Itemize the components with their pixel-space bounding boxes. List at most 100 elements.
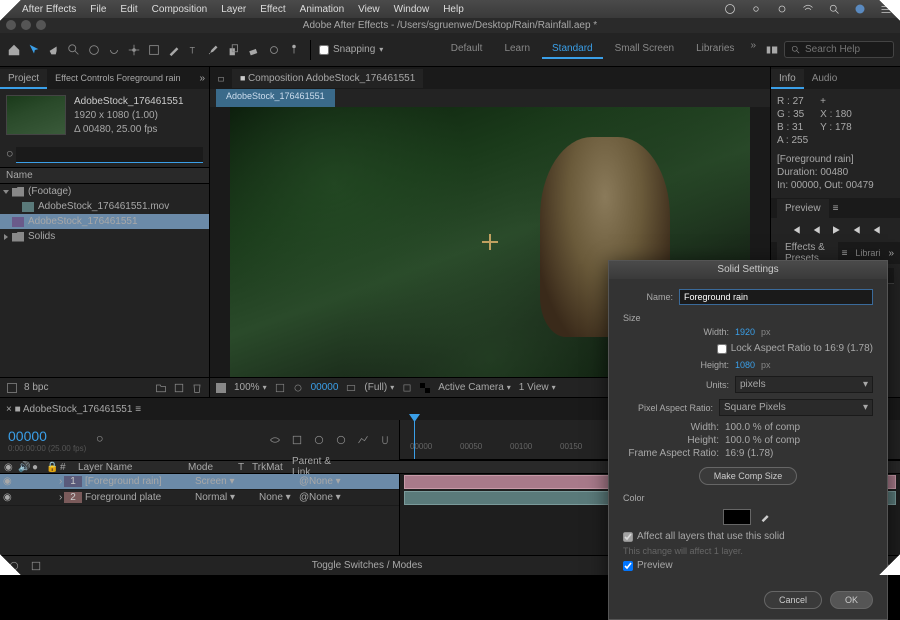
next-frame-icon[interactable] — [850, 224, 862, 236]
chevron-right-icon[interactable]: » — [195, 73, 209, 84]
pickwhip-icon[interactable]: @ — [296, 492, 306, 503]
puppet-tool-icon[interactable] — [286, 42, 302, 58]
hand-tool-icon[interactable] — [46, 42, 62, 58]
ws-standard[interactable]: Standard — [542, 40, 603, 59]
tab-info[interactable]: Info — [771, 69, 804, 88]
comp-breadcrumb[interactable]: AdobeStock_176461551 — [216, 89, 335, 107]
layer-row[interactable]: ◉ › 1 [Foreground rain] Screen ▾ @ None … — [0, 474, 399, 490]
parent-dropdown[interactable]: None ▾ — [306, 476, 366, 487]
user-icon[interactable] — [854, 3, 866, 15]
menu-window[interactable]: Window — [394, 4, 430, 15]
gear-icon[interactable] — [750, 3, 762, 15]
last-frame-icon[interactable] — [870, 224, 882, 236]
layer-name[interactable]: Foreground plate — [82, 492, 192, 503]
ws-libraries[interactable]: Libraries — [686, 40, 744, 59]
make-comp-size-button[interactable]: Make Comp Size — [699, 467, 798, 485]
menu-layer[interactable]: Layer — [221, 4, 246, 15]
trash-icon[interactable] — [191, 382, 203, 394]
height-value[interactable]: 1080 — [735, 360, 755, 370]
home-icon[interactable] — [6, 42, 22, 58]
ws-small[interactable]: Small Screen — [605, 40, 684, 59]
timeline-tab[interactable]: × ■ AdobeStock_176461551 ≡ — [6, 404, 141, 415]
blend-mode-dropdown[interactable]: Screen ▾ — [192, 476, 242, 487]
alpha-icon[interactable] — [216, 383, 226, 393]
roi-icon[interactable] — [402, 383, 412, 393]
help-search-input[interactable] — [805, 44, 885, 55]
menu-view[interactable]: View — [358, 4, 380, 15]
rect-tool-icon[interactable] — [146, 42, 162, 58]
search-icon[interactable] — [96, 435, 106, 445]
menu-file[interactable]: File — [90, 4, 106, 15]
preview-checkbox[interactable]: Preview — [623, 560, 873, 571]
snap-icon[interactable] — [379, 434, 391, 446]
menu-app[interactable]: After Effects — [22, 4, 76, 15]
mac-menubar[interactable]: After Effects File Edit Composition Laye… — [0, 0, 900, 18]
tree-row-comp[interactable]: AdobeStock_176461551 — [0, 214, 209, 229]
disclosure-icon[interactable] — [4, 234, 8, 240]
resolution-dropdown[interactable]: (Full)▾ — [364, 382, 394, 393]
lock-aspect-checkbox[interactable]: Lock Aspect Ratio to 16:9 (1.78) — [717, 343, 873, 354]
wifi-icon[interactable] — [802, 3, 814, 15]
ws-learn[interactable]: Learn — [494, 40, 540, 59]
new-comp-icon[interactable] — [173, 382, 185, 394]
disclosure-icon[interactable] — [3, 190, 9, 194]
chevron-right-icon[interactable]: » — [746, 40, 760, 59]
tab-preview[interactable]: Preview — [777, 199, 829, 218]
first-frame-icon[interactable] — [790, 224, 802, 236]
eraser-tool-icon[interactable] — [246, 42, 262, 58]
viewer-time[interactable]: 00000 — [311, 382, 339, 393]
tree-row-footage-folder[interactable]: (Footage) — [0, 184, 209, 199]
graph-icon[interactable] — [357, 434, 369, 446]
ok-button[interactable]: OK — [830, 591, 873, 609]
menu-effect[interactable]: Effect — [260, 4, 285, 15]
zoom-dropdown[interactable]: 100%▾ — [234, 382, 267, 393]
reset-workspace-icon[interactable] — [764, 42, 780, 58]
project-search-input[interactable] — [16, 147, 203, 163]
cc-icon[interactable] — [724, 3, 736, 15]
menu-help[interactable]: Help — [443, 4, 464, 15]
sync-icon[interactable] — [776, 3, 788, 15]
layer-row[interactable]: ◉ › 2 Foreground plate Normal ▾ None ▾ @… — [0, 490, 399, 506]
par-dropdown[interactable]: Square Pixels▾ — [719, 399, 873, 416]
help-search[interactable] — [784, 41, 894, 58]
motion-blur-icon[interactable] — [335, 434, 347, 446]
bpc-badge[interactable]: 8 bpc — [24, 382, 48, 393]
snapshot-icon[interactable] — [346, 383, 356, 393]
brush-tool-icon[interactable] — [206, 42, 222, 58]
asset-thumbnail[interactable] — [6, 95, 66, 135]
tab-project[interactable]: Project — [0, 69, 47, 88]
layer-name[interactable]: [Foreground rain] — [82, 476, 192, 487]
play-icon[interactable] — [830, 224, 842, 236]
tree-row-mov[interactable]: AdobeStock_176461551.mov — [0, 199, 209, 214]
roto-tool-icon[interactable] — [266, 42, 282, 58]
render-icon[interactable] — [30, 560, 42, 572]
tab-audio[interactable]: Audio — [804, 69, 846, 88]
cancel-button[interactable]: Cancel — [764, 591, 822, 609]
zoom-window-icon[interactable] — [36, 20, 46, 30]
width-value[interactable]: 1920 — [735, 327, 755, 337]
mask-icon[interactable] — [293, 383, 303, 393]
orbit-tool-icon[interactable] — [86, 42, 102, 58]
selection-tool-icon[interactable] — [26, 42, 42, 58]
lock-icon[interactable] — [216, 73, 226, 83]
tab-composition[interactable]: ■ Composition AdobeStock_176461551 — [232, 69, 423, 88]
toggle-switches-button[interactable]: Toggle Switches / Modes — [52, 560, 682, 571]
draft3d-icon[interactable] — [291, 434, 303, 446]
eyedropper-icon[interactable] — [759, 509, 773, 523]
snapping-toggle[interactable]: Snapping ▾ — [319, 44, 383, 55]
pickwhip-icon[interactable]: @ — [296, 476, 306, 487]
interpret-icon[interactable] — [6, 382, 18, 394]
parent-dropdown[interactable]: None ▾ — [306, 492, 366, 503]
project-list-header[interactable]: Name — [0, 167, 209, 184]
chevron-right-icon[interactable]: » — [888, 248, 894, 259]
tree-row-solids-folder[interactable]: Solids — [0, 229, 209, 244]
panel-menu-icon[interactable]: ≡ — [833, 203, 839, 214]
blend-mode-dropdown[interactable]: Normal ▾ — [192, 492, 242, 503]
pen-tool-icon[interactable] — [166, 42, 182, 58]
clone-tool-icon[interactable] — [226, 42, 242, 58]
spotlight-icon[interactable] — [828, 3, 840, 15]
color-swatch[interactable] — [723, 509, 751, 525]
visibility-icon[interactable]: ◉ — [0, 476, 14, 487]
text-tool-icon[interactable]: T — [186, 42, 202, 58]
menu-animation[interactable]: Animation — [300, 4, 344, 15]
